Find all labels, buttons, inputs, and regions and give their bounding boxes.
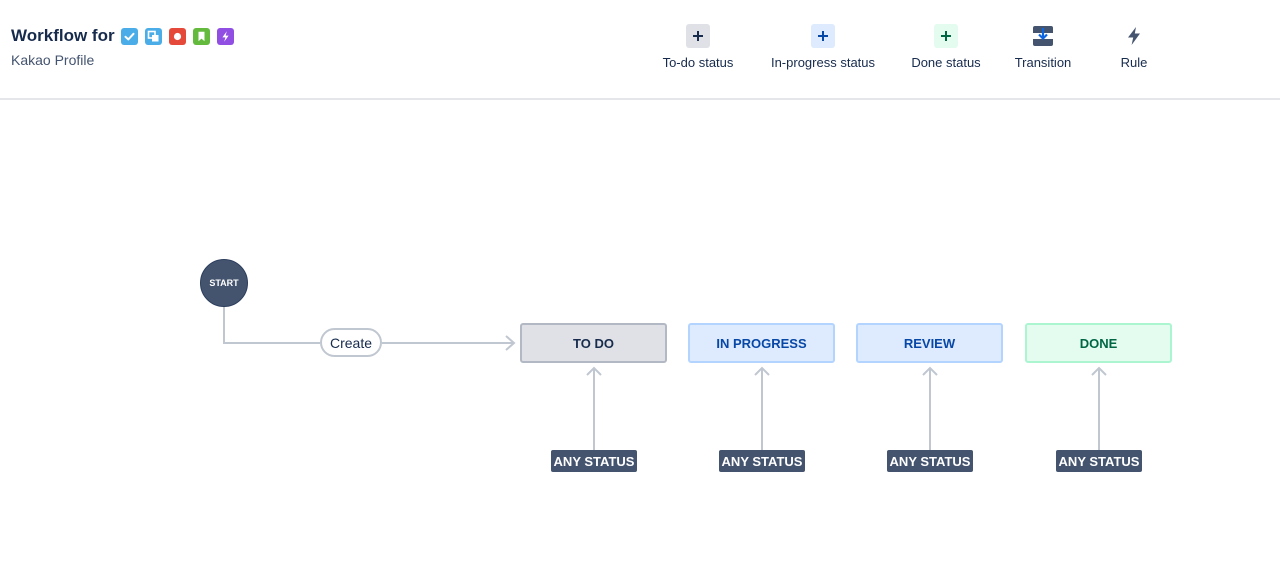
epic-icon[interactable] bbox=[216, 27, 234, 45]
add-done-status-button[interactable]: Done status bbox=[902, 24, 990, 70]
title-row: Workflow for bbox=[11, 26, 241, 46]
add-inprogress-status-button[interactable]: In-progress status bbox=[760, 24, 886, 70]
status-node-in-progress[interactable]: IN PROGRESS bbox=[688, 323, 835, 363]
status-node-review[interactable]: REVIEW bbox=[856, 323, 1003, 363]
add-rule-button[interactable]: Rule bbox=[1110, 24, 1158, 70]
any-status-badge[interactable]: ANY STATUS bbox=[887, 450, 973, 472]
workflow-header: Workflow for Kakao Profile To-do status … bbox=[0, 0, 1280, 100]
plus-icon bbox=[686, 24, 710, 48]
create-transition[interactable]: Create bbox=[320, 328, 382, 357]
lightning-icon bbox=[1122, 24, 1146, 48]
plus-icon bbox=[811, 24, 835, 48]
done-status-label: Done status bbox=[911, 55, 981, 70]
task-icon[interactable] bbox=[120, 27, 138, 45]
status-node-todo[interactable]: TO DO bbox=[520, 323, 667, 363]
add-todo-status-button[interactable]: To-do status bbox=[652, 24, 744, 70]
inprogress-status-label: In-progress status bbox=[770, 55, 876, 70]
any-status-badge[interactable]: ANY STATUS bbox=[719, 450, 805, 472]
subtask-icon[interactable] bbox=[144, 27, 162, 45]
todo-status-label: To-do status bbox=[662, 55, 734, 70]
start-connector bbox=[223, 307, 320, 344]
any-status-badge[interactable]: ANY STATUS bbox=[551, 450, 637, 472]
any-status-badge[interactable]: ANY STATUS bbox=[1056, 450, 1142, 472]
status-node-done[interactable]: DONE bbox=[1025, 323, 1172, 363]
rule-label: Rule bbox=[1120, 55, 1148, 70]
start-node[interactable]: START bbox=[200, 259, 248, 307]
bug-icon[interactable] bbox=[168, 27, 186, 45]
story-icon[interactable] bbox=[192, 27, 210, 45]
page-title: Workflow for bbox=[11, 26, 115, 45]
transition-label: Transition bbox=[1014, 55, 1072, 70]
add-transition-button[interactable]: Transition bbox=[1006, 24, 1080, 70]
plus-icon bbox=[934, 24, 958, 48]
project-name: Kakao Profile bbox=[11, 52, 95, 68]
transition-icon bbox=[1031, 24, 1055, 48]
